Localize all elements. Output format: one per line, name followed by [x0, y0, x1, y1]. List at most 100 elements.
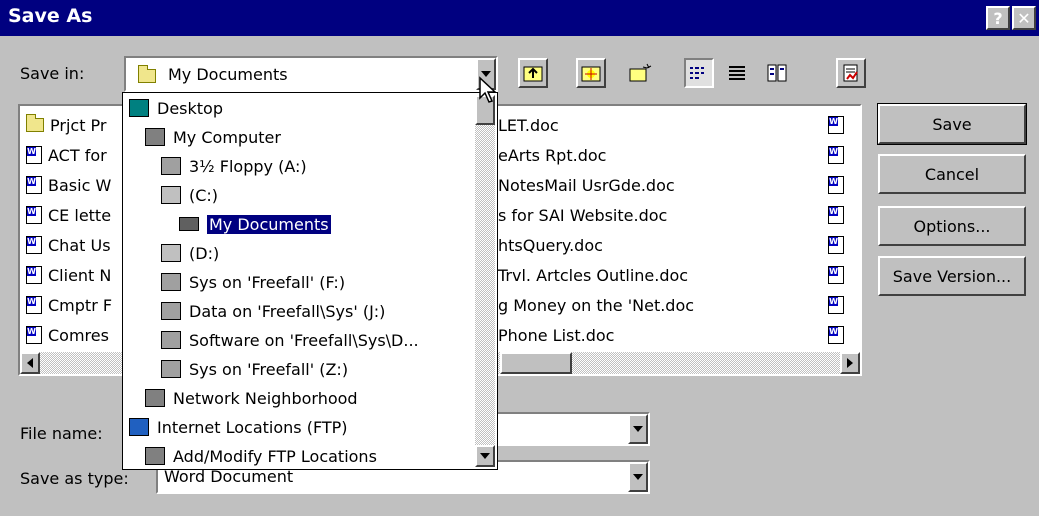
- details-view-icon: [729, 66, 745, 80]
- network-drive-icon: [161, 331, 181, 349]
- word-document-icon: [26, 206, 42, 224]
- file-list-item[interactable]: Chat Us: [26, 230, 111, 260]
- scroll-left-button[interactable]: [20, 352, 40, 374]
- save-as-type-label: Save as type:: [20, 469, 129, 488]
- word-document-icon: [26, 236, 42, 254]
- file-list-item[interactable]: Trvl. Artcles Outline.doc: [498, 260, 688, 290]
- help-button[interactable]: ?: [986, 6, 1010, 30]
- dropdown-item-label: Network Neighborhood: [173, 388, 358, 408]
- options-button[interactable]: Options...: [878, 206, 1026, 246]
- dropdown-item[interactable]: Network Neighborhood: [145, 383, 358, 413]
- file-list-item[interactable]: Phone List.doc: [498, 320, 614, 350]
- dropdown-item-label: Add/Modify FTP Locations: [173, 446, 377, 466]
- file-name-label: File name:: [20, 424, 103, 443]
- save-button[interactable]: Save: [877, 103, 1027, 145]
- tools-icon: [843, 64, 858, 82]
- dropdown-item-label: Data on 'Freefall\Sys' (J:): [189, 301, 386, 321]
- ftp-icon: [145, 447, 165, 465]
- dropdown-item[interactable]: Data on 'Freefall\Sys' (J:): [161, 296, 385, 326]
- arrow-left-icon: [27, 358, 33, 368]
- chevron-down-icon: [480, 453, 490, 459]
- file-list-right-column: LET.doc eArts Rpt.doc NotesMail UsrGde.doc…: [498, 110, 838, 350]
- save-in-dropdown-list[interactable]: Desktop My Computer 3½ Floppy (A:) (C:) My D…: [122, 92, 498, 470]
- dropdown-item-label: 3½ Floppy (A:): [189, 156, 307, 176]
- word-document-icon: [26, 326, 42, 344]
- file-list-item[interactable]: NotesMail UsrGde.doc: [498, 170, 675, 200]
- close-button[interactable]: ✕: [1012, 6, 1036, 30]
- network-drive-icon: [161, 302, 181, 320]
- close-icon: ✕: [1017, 8, 1031, 28]
- floppy-icon: [161, 157, 181, 175]
- file-name-dropdown-button[interactable]: [628, 414, 648, 444]
- save-in-label: Save in:: [20, 64, 85, 83]
- save-version-button[interactable]: Save Version...: [878, 256, 1026, 296]
- file-list-item[interactable]: g Money on the 'Net.doc: [498, 290, 694, 320]
- tools-button[interactable]: [836, 58, 866, 88]
- dropdown-item-label: Internet Locations (FTP): [157, 417, 348, 437]
- file-name: Client N: [48, 265, 112, 285]
- search-web-button[interactable]: [576, 58, 606, 88]
- dropdown-scrollbar[interactable]: [475, 95, 495, 467]
- file-list-item[interactable]: Client N: [26, 260, 111, 290]
- desktop-icon: [129, 99, 149, 117]
- file-name: htsQuery.doc: [498, 235, 603, 255]
- dropdown-item[interactable]: Software on 'Freefall\Sys\D...: [161, 325, 419, 355]
- dropdown-item[interactable]: Sys on 'Freefall' (Z:): [161, 354, 348, 384]
- save-as-type-dropdown-button[interactable]: [628, 462, 648, 492]
- scroll-right-button[interactable]: [840, 352, 860, 374]
- file-list-item[interactable]: htsQuery.doc: [498, 230, 603, 260]
- properties-view-button[interactable]: [762, 58, 792, 88]
- file-name: Prjct Pr: [50, 115, 107, 135]
- help-icon: ?: [993, 8, 1003, 28]
- scroll-thumb[interactable]: [500, 352, 572, 374]
- file-name: g Money on the 'Net.doc: [498, 295, 695, 315]
- file-name: eArts Rpt.doc: [498, 145, 607, 165]
- up-one-level-button[interactable]: [518, 58, 548, 88]
- file-name: LET.doc: [498, 115, 559, 135]
- search-web-icon: [581, 66, 601, 82]
- options-button-label: Options...: [913, 216, 991, 236]
- file-name: Comres: [48, 325, 109, 345]
- file-list-item[interactable]: LET.doc: [498, 110, 559, 140]
- create-new-folder-button[interactable]: [626, 58, 656, 88]
- list-view-button[interactable]: [684, 58, 714, 88]
- dropdown-item[interactable]: 3½ Floppy (A:): [161, 151, 307, 181]
- cancel-button[interactable]: Cancel: [878, 154, 1026, 194]
- dropdown-item[interactable]: Internet Locations (FTP): [129, 412, 348, 442]
- file-list-left-column: Prjct Pr ACT for Basic W CE lette Chat Us Cli…: [26, 110, 136, 350]
- file-list-item[interactable]: Basic W: [26, 170, 111, 200]
- file-list-item[interactable]: Comres: [26, 320, 109, 350]
- file-list-item[interactable]: eArts Rpt.doc: [498, 140, 606, 170]
- internet-icon: [129, 418, 149, 436]
- file-list-item[interactable]: CE lette: [26, 200, 111, 230]
- dropdown-item-label: My Computer: [173, 127, 281, 147]
- dropdown-item-label: Sys on 'Freefall' (F:): [189, 272, 346, 292]
- file-list-item[interactable]: s for SAI Website.doc: [498, 200, 667, 230]
- file-name: s for SAI Website.doc: [498, 205, 668, 225]
- save-in-combo[interactable]: My Documents: [124, 56, 498, 92]
- word-document-icon: [26, 296, 42, 314]
- dropdown-scroll-down-button[interactable]: [475, 445, 495, 467]
- dropdown-item[interactable]: (C:): [161, 180, 218, 210]
- dropdown-item[interactable]: My Documents: [179, 209, 332, 239]
- word-document-icon: [26, 266, 42, 284]
- dropdown-item[interactable]: My Computer: [145, 122, 281, 152]
- chevron-down-icon: [633, 426, 643, 432]
- file-name: Chat Us: [48, 235, 111, 255]
- dropdown-item[interactable]: Sys on 'Freefall' (F:): [161, 267, 345, 297]
- file-list-icon-column: [820, 110, 850, 350]
- mouse-cursor-icon: [479, 76, 497, 103]
- dropdown-item[interactable]: (D:): [161, 238, 219, 268]
- word-document-icon: [828, 296, 844, 314]
- file-name: Trvl. Artcles Outline.doc: [498, 265, 689, 285]
- file-list-item[interactable]: Prjct Pr: [26, 110, 107, 140]
- folder-icon: [26, 114, 44, 132]
- dropdown-item[interactable]: Desktop: [129, 93, 223, 123]
- file-list-item[interactable]: Cmptr F: [26, 290, 112, 320]
- dropdown-item[interactable]: Add/Modify FTP Locations: [145, 441, 377, 469]
- dropdown-item-label: Software on 'Freefall\Sys\D...: [189, 330, 419, 350]
- details-view-button[interactable]: [722, 58, 752, 88]
- word-document-icon: [828, 326, 844, 344]
- file-list-item[interactable]: ACT for: [26, 140, 107, 170]
- dropdown-item-label: (D:): [189, 243, 220, 263]
